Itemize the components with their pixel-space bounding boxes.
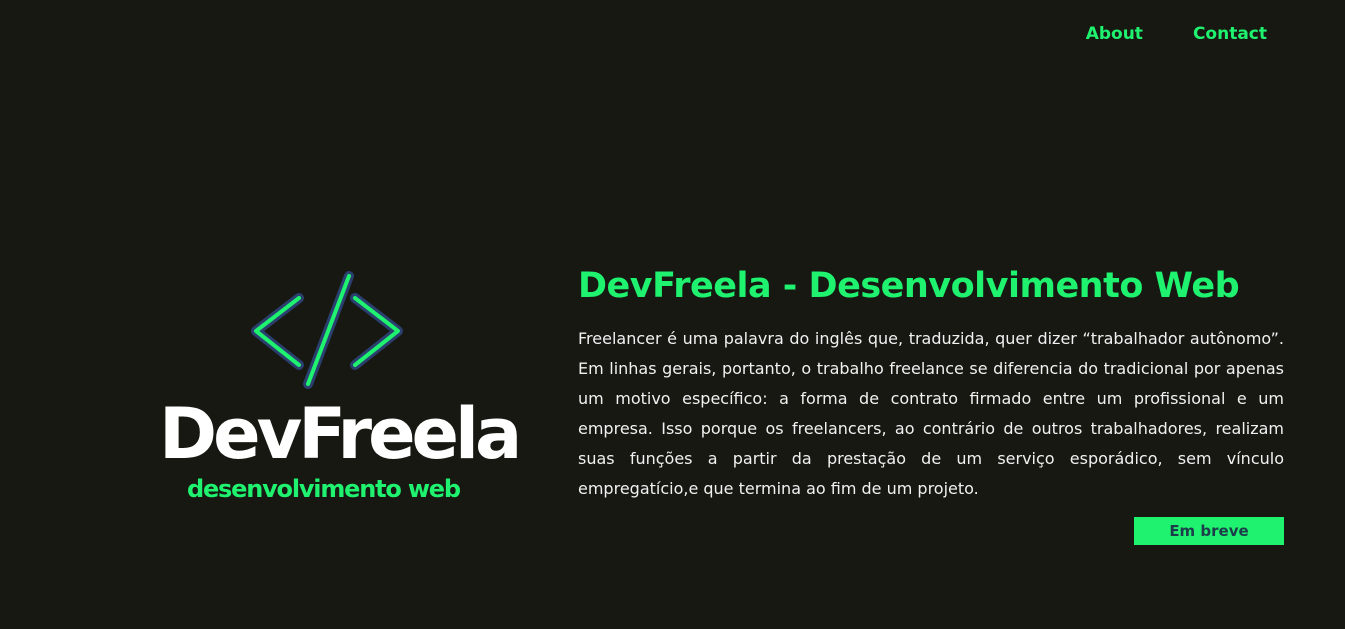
button-row: Em breve [578,517,1284,545]
em-breve-button[interactable]: Em breve [1134,517,1284,545]
landing-page: About Contact DevFreela desenvolvimento … [0,0,1345,629]
logo-tagline: desenvolvimento web [187,475,461,503]
devfreela-logo: DevFreela desenvolvimento web [155,268,522,508]
hero-content: DevFreela - Desenvolvimento Web Freelanc… [578,262,1284,545]
top-nav: About Contact [1086,24,1267,44]
hero-description: Freelancer é uma palavra do inglês que, … [578,329,1284,498]
nav-link-about[interactable]: About [1086,24,1143,44]
nav-link-contact[interactable]: Contact [1193,24,1267,44]
page-title: DevFreela - Desenvolvimento Web [578,266,1240,306]
logo-wordmark: DevFreela [159,393,522,475]
code-brackets-icon [251,271,403,389]
